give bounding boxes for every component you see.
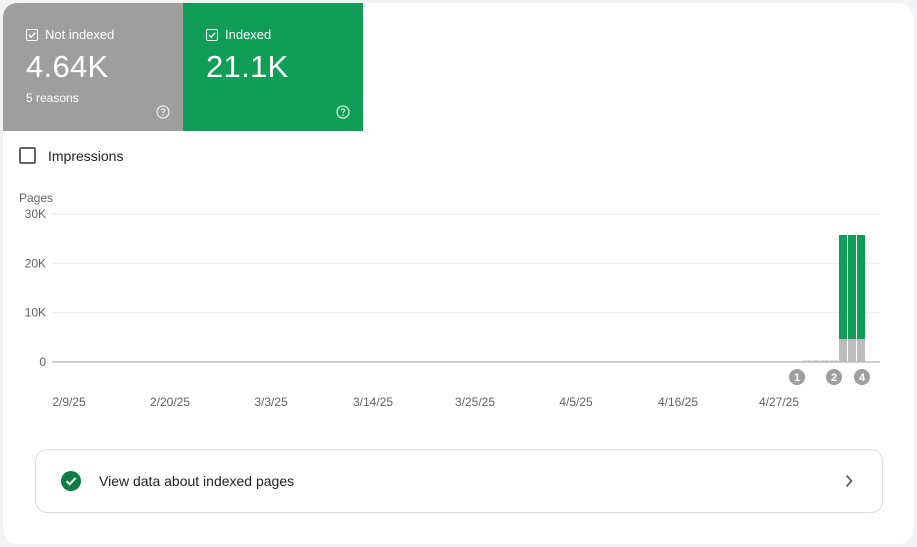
chart-bar	[848, 235, 856, 340]
x-tick-label: 3/3/25	[254, 395, 288, 409]
pages-chart: Pages 30K 20K 10K 0 2/9/25 2/20/25 3/3/25 3/14/2…	[19, 191, 880, 409]
chart-bar	[821, 360, 829, 362]
chart-bar	[803, 360, 811, 362]
y-tick-label: 0	[39, 355, 46, 369]
indexing-card: Not indexed 4.64K 5 reasons Indexed 21.1…	[3, 3, 913, 544]
indexed-value: 21.1K	[206, 49, 289, 84]
checkbox-checked-icon[interactable]	[206, 28, 218, 41]
x-tick-label: 3/25/25	[455, 395, 495, 409]
annotation-label: 4	[859, 372, 866, 384]
chart-bar	[839, 235, 847, 340]
check-circle-icon	[61, 471, 81, 491]
y-tick-label: 30K	[25, 207, 46, 221]
impressions-label: Impressions	[48, 147, 124, 164]
chart-bar	[812, 360, 820, 362]
annotation-label: 2	[831, 372, 837, 384]
x-tick-label: 3/14/25	[353, 395, 393, 409]
chart-bar	[857, 339, 865, 362]
indexed-header: Indexed	[206, 27, 363, 42]
impressions-checkbox[interactable]	[19, 147, 36, 164]
chart-bar	[857, 235, 865, 340]
not-indexed-reasons: 5 reasons	[26, 91, 79, 105]
y-tick-label: 20K	[25, 256, 46, 270]
not-indexed-label: Not indexed	[45, 27, 115, 42]
chevron-right-icon	[845, 474, 853, 488]
not-indexed-header: Not indexed	[26, 27, 183, 42]
indexed-tile[interactable]: Indexed 21.1K	[183, 3, 363, 131]
x-tick-label: 4/5/25	[559, 395, 593, 409]
help-icon[interactable]	[156, 105, 170, 119]
chart-bar	[848, 339, 856, 362]
x-tick-label: 4/27/25	[759, 395, 799, 409]
view-indexed-pages-label: View data about indexed pages	[99, 473, 295, 489]
y-tick-label: 10K	[25, 306, 46, 320]
chart-bar	[830, 360, 838, 362]
x-tick-label: 4/16/25	[658, 395, 698, 409]
not-indexed-tile[interactable]: Not indexed 4.64K 5 reasons	[3, 3, 183, 131]
x-tick-label: 2/20/25	[150, 395, 190, 409]
checkbox-checked-icon[interactable]	[26, 28, 38, 41]
annotation-label: 1	[794, 372, 800, 384]
chart-bar	[839, 339, 847, 362]
help-icon[interactable]	[336, 105, 350, 119]
not-indexed-value: 4.64K	[26, 49, 109, 84]
view-indexed-pages-link[interactable]: View data about indexed pages	[35, 449, 883, 513]
y-axis-label: Pages	[19, 191, 53, 205]
indexed-label: Indexed	[225, 27, 272, 42]
impressions-toggle[interactable]: Impressions	[19, 147, 123, 164]
x-tick-label: 2/9/25	[52, 395, 86, 409]
